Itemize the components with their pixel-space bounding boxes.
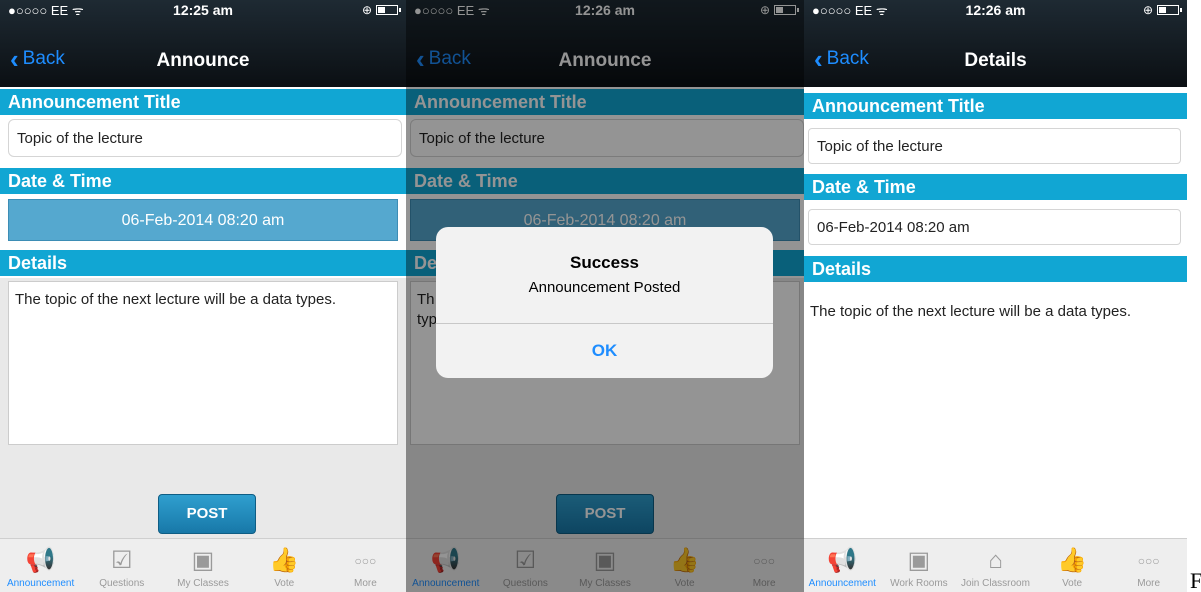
more-dots-icon: ○○○ (1137, 554, 1160, 568)
ok-button[interactable]: OK (436, 323, 773, 378)
tab-more[interactable]: ○○○ More (325, 539, 406, 592)
thumbs-up-icon: 👍 (269, 547, 300, 574)
navigation-bar: ●○○○○ EE ᯤ 12:26 am ⊕ ‹ Back Details (804, 0, 1187, 87)
section-details: Details (804, 256, 1187, 282)
page-title: Details (964, 50, 1027, 71)
date-time-picker-button[interactable]: 06-Feb-2014 08:20 am (8, 199, 398, 241)
screen-details: ●○○○○ EE ᯤ 12:26 am ⊕ ‹ Back Details Ann… (804, 0, 1187, 592)
announcement-title-value: Topic of the lecture (808, 128, 1181, 164)
details-textarea[interactable]: The topic of the next lecture will be a … (8, 281, 398, 445)
screen-announce-success: ●○○○○ EE ᯤ 12:26 am ⊕ ‹ Back Announce An… (406, 0, 804, 592)
tab-label: Announcement (6, 578, 75, 589)
checkbox-icon: ☑ (111, 547, 133, 574)
alert-message: Announcement Posted (528, 279, 681, 296)
house-icon: ⌂ (988, 547, 1003, 574)
battery-icon (376, 5, 401, 15)
presentation-board-icon: ▣ (907, 547, 931, 574)
more-dots-icon: ○○○ (354, 554, 377, 568)
tab-label: More (354, 578, 377, 589)
section-date-time: Date & Time (0, 168, 406, 194)
tab-label: Vote (274, 578, 295, 589)
tab-label: Vote (1062, 578, 1083, 589)
tab-announcement[interactable]: 📢 Announcement (804, 539, 881, 592)
page-title: Announce (156, 50, 250, 71)
announcement-title-input[interactable]: Topic of the lecture (8, 119, 402, 157)
battery-icon (1157, 5, 1182, 15)
status-bar: ●○○○○ EE ᯤ 12:25 am ⊕ (0, 0, 406, 20)
tab-label: My Classes (177, 578, 229, 589)
tab-label: Announcement (808, 578, 876, 589)
tab-announcement[interactable]: 📢 Announcement (0, 539, 81, 592)
tab-vote[interactable]: 👍 Vote (244, 539, 325, 592)
details-text: The topic of the next lecture will be a … (810, 303, 1132, 320)
tab-join-classroom[interactable]: ⌂ Join Classroom (957, 539, 1034, 592)
status-time: 12:25 am (173, 2, 233, 18)
megaphone-icon: 📢 (827, 547, 858, 574)
tab-work-rooms[interactable]: ▣ Work Rooms (881, 539, 958, 592)
megaphone-icon: 📢 (25, 547, 56, 574)
thumbs-up-icon: 👍 (1057, 547, 1088, 574)
section-date-time: Date & Time (804, 174, 1187, 200)
date-time-value: 06-Feb-2014 08:20 am (808, 209, 1181, 245)
section-announcement-title: Announcement Title (804, 93, 1187, 119)
status-bar: ●○○○○ EE ᯤ 12:26 am ⊕ (804, 0, 1187, 20)
alert-title: Success (570, 253, 639, 272)
section-announcement-title: Announcement Title (0, 89, 406, 115)
post-button[interactable]: POST (158, 494, 256, 534)
tab-bar: 📢 Announcement ☑ Questions ▣ My Classes … (0, 538, 406, 592)
tab-questions[interactable]: ☑ Questions (81, 539, 162, 592)
presentation-board-icon: ▣ (191, 547, 215, 574)
success-alert-dialog: Success Announcement Posted OK (436, 227, 773, 378)
screen-announce: ●○○○○ EE ᯤ 12:25 am ⊕ ‹ Back Announce An… (0, 0, 406, 592)
tab-more[interactable]: ○○○ More (1110, 539, 1187, 592)
tab-bar: 📢 Announcement ▣ Work Rooms ⌂ Join Class… (804, 538, 1187, 592)
stray-caption-letter: F (1190, 568, 1201, 592)
tab-my-classes[interactable]: ▣ My Classes (162, 539, 243, 592)
tab-vote[interactable]: 👍 Vote (1034, 539, 1111, 592)
navigation-bar: ●○○○○ EE ᯤ 12:25 am ⊕ ‹ Back Announce (0, 0, 406, 87)
tab-label: Work Rooms (890, 578, 948, 589)
status-time: 12:26 am (965, 2, 1026, 18)
tab-label: More (1137, 578, 1161, 589)
tab-label: Join Classroom (961, 578, 1030, 589)
section-details: Details (0, 250, 406, 276)
tab-label: Questions (99, 578, 145, 589)
